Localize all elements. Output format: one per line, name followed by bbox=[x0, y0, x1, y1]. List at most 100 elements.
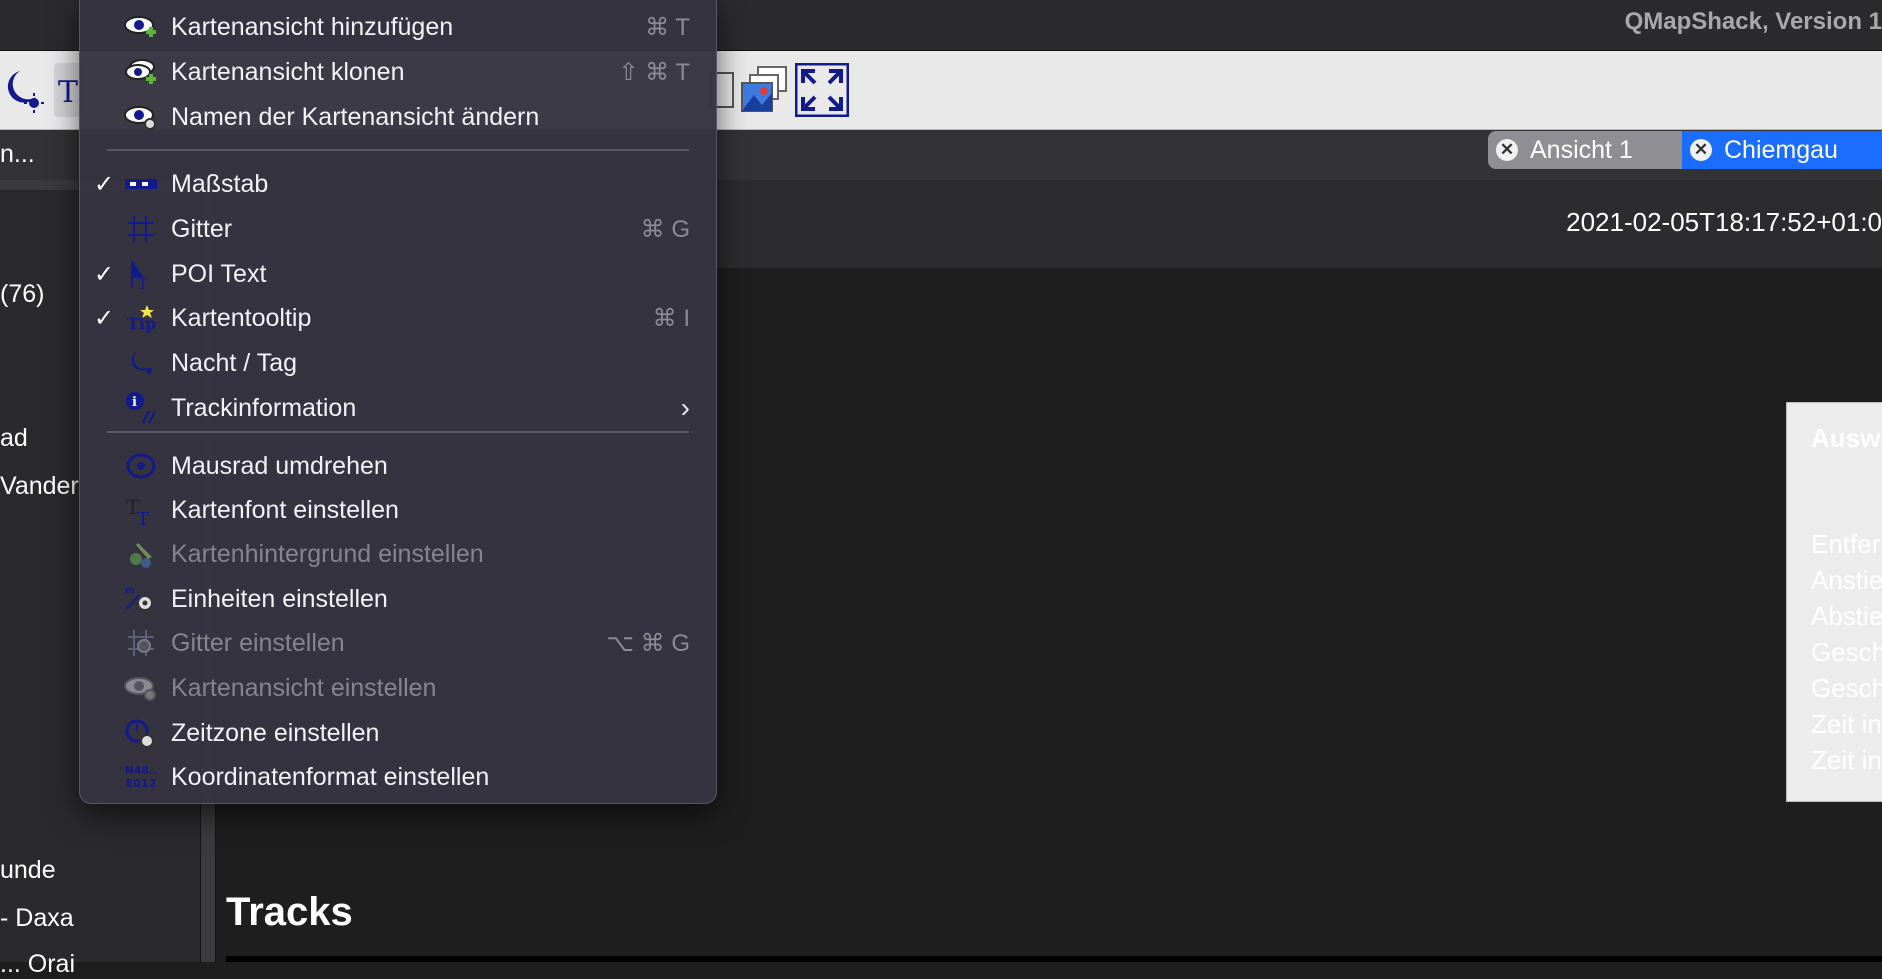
menu-item-set-coordinate-format[interactable]: N48.. E012 Koordinatenformat einstellen bbox=[80, 757, 716, 797]
menu-separator bbox=[107, 431, 689, 433]
tab-label: Chiemgau bbox=[1724, 135, 1838, 164]
tooltip-icon: Tip bbox=[124, 301, 158, 335]
menu-item-label: Kartentooltip bbox=[171, 303, 312, 332]
tab-label: Ansicht 1 bbox=[1530, 135, 1633, 164]
shortcut: ⌘ T bbox=[645, 13, 690, 41]
svg-text:T: T bbox=[138, 277, 148, 290]
eye-clone-icon bbox=[124, 55, 158, 89]
menu-separator bbox=[107, 149, 689, 151]
shortcut: ⇧ ⌘ T bbox=[618, 58, 690, 86]
menu-item-set-grid: Gitter einstellen ⌥ ⌘ G bbox=[80, 623, 716, 663]
track-datetime: 2021-02-05T18:17:52+01:0 bbox=[1566, 207, 1882, 237]
tracks-table-top bbox=[226, 956, 1882, 962]
menu-item-add-map-view[interactable]: Kartenansicht hinzufügen ⌘ T bbox=[80, 7, 716, 47]
view-menu: Kartenansicht hinzufügen ⌘ T Kartenansic… bbox=[79, 0, 717, 804]
checkmark-icon: ✓ bbox=[94, 170, 115, 198]
night-day-icon[interactable] bbox=[0, 63, 50, 117]
scale-icon bbox=[124, 167, 158, 201]
checkmark-icon: ✓ bbox=[94, 304, 115, 332]
menu-item-label: Kartenfont einstellen bbox=[171, 495, 399, 524]
sidebar-item[interactable]: ad bbox=[0, 424, 28, 453]
panel-line: Abstie bbox=[1811, 601, 1882, 631]
menu-item-set-map-background: Kartenhintergrund einstellen bbox=[80, 534, 716, 574]
background-icon bbox=[124, 537, 158, 571]
menu-item-track-information[interactable]: i Trackinformation › bbox=[80, 388, 716, 428]
menu-item-label: Namen der Kartenansicht ändern bbox=[171, 102, 540, 131]
panel-title: Auswe bbox=[1811, 423, 1882, 453]
map-views-icon[interactable] bbox=[738, 63, 792, 117]
panel-line: Zeit in bbox=[1811, 709, 1882, 739]
panel-line: Entfer bbox=[1811, 529, 1881, 559]
menu-item-night-day[interactable]: Nacht / Tag bbox=[80, 343, 716, 383]
sidebar-item[interactable]: - Daxa bbox=[0, 904, 74, 933]
fullscreen-icon[interactable] bbox=[795, 63, 849, 117]
eye-plus-icon bbox=[124, 10, 158, 44]
svg-text:m: m bbox=[125, 586, 134, 596]
menu-item-label: Trackinformation bbox=[171, 393, 357, 422]
menu-item-scale[interactable]: ✓ Maßstab bbox=[80, 164, 716, 204]
menu-item-set-units[interactable]: m Einheiten einstellen bbox=[80, 579, 716, 619]
window-title: QMapShack, Version 1 bbox=[1624, 8, 1882, 35]
sidebar-item[interactable]: unde bbox=[0, 856, 56, 885]
menu-item-label: Kartenansicht klonen bbox=[171, 57, 405, 86]
svg-text:i: i bbox=[132, 395, 137, 410]
shortcut: ⌥ ⌘ G bbox=[606, 629, 690, 657]
menu-item-label: Kartenhintergrund einstellen bbox=[171, 539, 484, 568]
coordinates-icon-text: E012 bbox=[125, 777, 157, 790]
grid-settings-icon bbox=[124, 626, 158, 660]
shortcut: ⌘ G bbox=[640, 215, 690, 243]
svg-text:T: T bbox=[58, 75, 78, 110]
menu-item-clone-map-view[interactable]: Kartenansicht klonen ⇧ ⌘ T bbox=[80, 52, 716, 92]
sidebar-item[interactable]: n... bbox=[0, 140, 35, 169]
grid-icon bbox=[124, 212, 158, 246]
menu-item-rename-map-view[interactable]: Namen der Kartenansicht ändern bbox=[80, 97, 716, 137]
menu-item-label: Kartenansicht hinzufügen bbox=[171, 12, 454, 41]
eye-settings-icon bbox=[124, 671, 158, 705]
tracks-heading: Tracks bbox=[226, 890, 353, 934]
menu-item-label: Zeitzone einstellen bbox=[171, 718, 380, 747]
panel-line: Gesch bbox=[1811, 637, 1882, 667]
panel-line: Gesch bbox=[1811, 673, 1882, 703]
menu-item-set-timezone[interactable]: Zeitzone einstellen bbox=[80, 713, 716, 753]
menu-item-label: Maßstab bbox=[171, 169, 269, 198]
sidebar-item[interactable]: ... Orai bbox=[0, 950, 75, 979]
menu-item-label: Einheiten einstellen bbox=[171, 584, 388, 613]
panel-line: Anstie bbox=[1811, 565, 1882, 595]
tab-ansicht-1[interactable]: ✕ Ansicht 1 bbox=[1488, 131, 1682, 169]
coordinates-icon: N48.. E012 bbox=[124, 760, 158, 794]
menu-item-invert-mouse-wheel[interactable]: Mausrad umdrehen bbox=[80, 446, 716, 486]
track-stats-panel: Auswe Entfer Anstie Abstie Gesch Gesch Z… bbox=[1786, 402, 1882, 802]
coordinates-icon-text: N48.. bbox=[124, 764, 158, 777]
menu-item-set-map-view: Kartenansicht einstellen bbox=[80, 668, 716, 708]
font-icon: TT bbox=[124, 493, 158, 527]
checkmark-icon: ✓ bbox=[94, 260, 115, 288]
menu-item-map-tooltip[interactable]: ✓ Tip Kartentooltip ⌘ I bbox=[80, 298, 716, 338]
menu-item-set-map-font[interactable]: TT Kartenfont einstellen bbox=[80, 490, 716, 530]
menu-item-label: Kartenansicht einstellen bbox=[171, 673, 437, 702]
close-icon[interactable]: ✕ bbox=[1496, 139, 1518, 161]
svg-text:Tip: Tip bbox=[127, 314, 156, 333]
sidebar-item[interactable]: (76) bbox=[0, 280, 44, 309]
chevron-right-icon: › bbox=[680, 392, 690, 423]
menu-item-label: Koordinatenformat einstellen bbox=[171, 762, 490, 791]
poi-text-icon: T bbox=[124, 257, 158, 291]
menu-item-label: Gitter bbox=[171, 214, 233, 243]
sidebar-item[interactable]: Vander bbox=[0, 472, 79, 501]
night-day-icon bbox=[124, 346, 158, 380]
menu-item-label: POI Text bbox=[171, 259, 267, 288]
close-icon[interactable]: ✕ bbox=[1690, 139, 1712, 161]
menu-item-grid[interactable]: Gitter ⌘ G bbox=[80, 209, 716, 249]
timezone-icon bbox=[124, 716, 158, 750]
menu-item-label: Mausrad umdrehen bbox=[171, 451, 388, 480]
svg-text:T: T bbox=[137, 509, 149, 526]
shortcut: ⌘ I bbox=[652, 304, 690, 332]
eye-edit-icon bbox=[124, 100, 158, 134]
info-icon: i bbox=[124, 391, 158, 425]
panel-line: Zeit in bbox=[1811, 745, 1882, 775]
tab-chiemgau[interactable]: ✕ Chiemgau bbox=[1682, 131, 1882, 169]
units-icon: m bbox=[124, 582, 158, 616]
mouse-wheel-icon bbox=[124, 449, 158, 483]
menu-item-label: Nacht / Tag bbox=[171, 348, 298, 377]
menu-item-label: Gitter einstellen bbox=[171, 628, 345, 657]
menu-item-poi-text[interactable]: ✓ T POI Text bbox=[80, 254, 716, 294]
